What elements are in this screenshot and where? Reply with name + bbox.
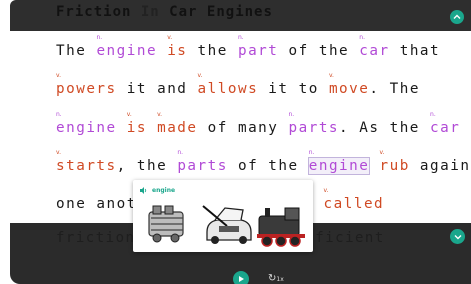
story-title: Friction In Car Engines (56, 4, 273, 20)
play-icon (239, 276, 244, 282)
pos-tag: n. (96, 34, 103, 41)
word-verb[interactable]: v. powers (56, 72, 117, 97)
pos-tag: n. (430, 111, 436, 118)
play-button[interactable] (233, 271, 249, 284)
pos-tag: v. (328, 72, 334, 79)
pos-tag: v. (126, 111, 132, 118)
text-line-3: n. engine v. is v. made of many n. parts. As… (56, 111, 461, 136)
collapse-up-button[interactable] (450, 10, 464, 24)
word-noun[interactable]: n. part (238, 34, 278, 59)
pos-tag: v. (323, 187, 329, 194)
text-line-2: v. powers it and v. allows it to v. move. T… (56, 72, 420, 97)
popup-header: engine (140, 187, 175, 194)
word-verb[interactable]: v. allows (198, 72, 259, 97)
pos-tag: n. (359, 34, 365, 41)
popup-word: engine (152, 187, 176, 194)
word-popup: engine (133, 180, 313, 252)
speed-control[interactable]: ↻1x (268, 273, 284, 284)
word-verb[interactable]: v. made (157, 111, 197, 136)
pos-tag: n. (237, 34, 244, 41)
word-verb[interactable]: v. move (329, 72, 369, 97)
title-word: Car (169, 4, 198, 20)
title-word: Friction (56, 4, 132, 20)
title-word: Engines (206, 4, 273, 20)
word-noun[interactable]: n. parts (289, 111, 340, 136)
pos-tag: n. (177, 149, 184, 156)
pos-tag: v. (379, 149, 385, 156)
word-noun[interactable]: n. parts (177, 149, 228, 174)
chevron-up-icon (453, 14, 461, 19)
text-line-1: The n. engine v. is the n. part of the n. ca… (56, 34, 441, 59)
word-verb[interactable]: v. called (324, 187, 385, 212)
title-word: In (140, 4, 160, 20)
word-noun[interactable]: n. car (430, 111, 460, 136)
word-noun[interactable]: n. engine (96, 34, 157, 59)
pos-tag: v. (56, 72, 61, 79)
car-hood-image (202, 205, 252, 244)
pos-tag: v. (56, 149, 61, 156)
word-verb[interactable]: v. is (167, 34, 187, 59)
word-verb[interactable]: v. starts (56, 149, 117, 174)
pos-tag: n. (56, 111, 62, 118)
word-noun-selected[interactable]: n. engine (307, 149, 371, 175)
collapse-down-button[interactable] (450, 229, 465, 244)
pos-tag: v. (157, 111, 163, 118)
speaker-icon[interactable] (140, 187, 148, 194)
engine-block-image (148, 205, 184, 243)
title-bar: Friction In Car Engines (10, 0, 471, 31)
pos-tag: v. (167, 34, 173, 41)
word-verb[interactable]: v. rub (380, 149, 410, 174)
pos-tag: v. (197, 72, 203, 79)
reader-frame: Friction In Car Engines The n. engine v. i… (0, 0, 471, 284)
word-verb[interactable]: v. is (127, 111, 147, 136)
locomotive-image (257, 207, 305, 247)
word-noun[interactable]: n. engine (56, 111, 117, 136)
pos-tag: n. (288, 111, 295, 118)
text-line-4: v. starts, the n. parts of the n. engine v.… (56, 149, 471, 175)
word-noun[interactable]: n. car (359, 34, 389, 59)
plain-text: The (56, 43, 97, 59)
chevron-down-icon (454, 234, 461, 239)
pos-tag: n. (308, 149, 315, 156)
